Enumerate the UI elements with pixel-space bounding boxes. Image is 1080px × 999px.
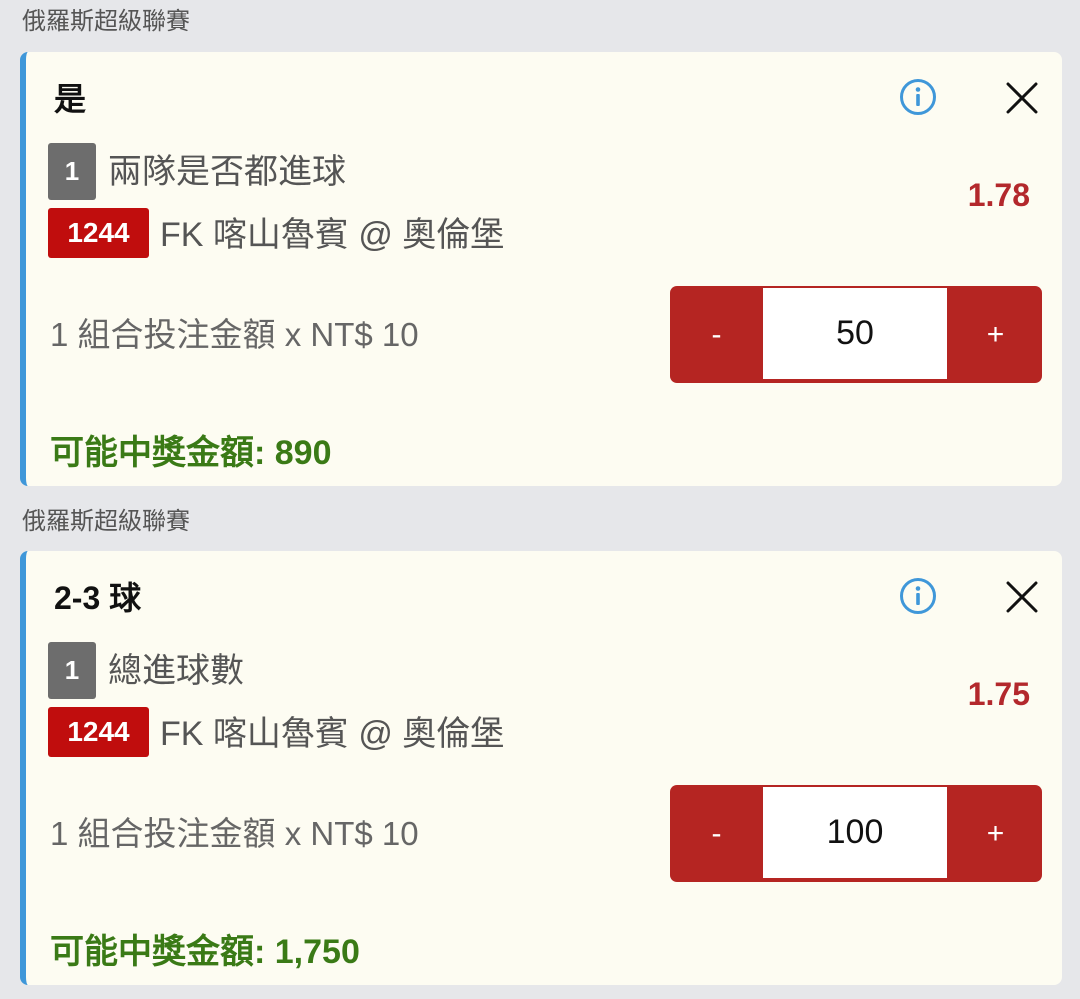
bet-card: 2-3 球 1 總進球數 1.75 1244 FK 喀山魯賓 @ 奧倫堡 1 組… bbox=[20, 551, 1062, 985]
selection-title: 是 bbox=[54, 81, 87, 117]
close-icon[interactable] bbox=[1002, 78, 1042, 118]
decrement-button[interactable]: - bbox=[670, 286, 763, 383]
increment-button[interactable]: + bbox=[949, 785, 1042, 882]
bet-card: 是 1 兩隊是否都進球 1.78 1244 FK 喀山魯賓 @ 奧倫堡 1 組合… bbox=[20, 52, 1062, 486]
stake-input[interactable] bbox=[763, 288, 947, 379]
league-name: 俄羅斯超級聯賽 bbox=[22, 8, 190, 35]
increment-button[interactable]: + bbox=[949, 286, 1042, 383]
market-name: 兩隊是否都進球 bbox=[108, 153, 346, 191]
odds-value: 1.75 bbox=[967, 676, 1030, 712]
selection-title: 2-3 球 bbox=[54, 580, 142, 616]
match-name: FK 喀山魯賓 @ 奧倫堡 bbox=[160, 715, 505, 753]
info-icon[interactable] bbox=[898, 77, 938, 117]
stake-input[interactable] bbox=[763, 787, 947, 878]
stake-stepper: - + bbox=[670, 785, 1042, 882]
potential-payout: 可能中獎金額: 1,750 bbox=[50, 933, 360, 971]
match-name: FK 喀山魯賓 @ 奧倫堡 bbox=[160, 216, 505, 254]
leg-number-badge: 1 bbox=[48, 143, 96, 200]
stake-stepper: - + bbox=[670, 286, 1042, 383]
match-number-badge: 1244 bbox=[48, 208, 149, 258]
match-number-badge: 1244 bbox=[48, 707, 149, 757]
potential-payout: 可能中獎金額: 890 bbox=[50, 434, 332, 472]
close-icon[interactable] bbox=[1002, 577, 1042, 617]
leg-number-badge: 1 bbox=[48, 642, 96, 699]
stake-label: 1 組合投注金額 x NT$ 10 bbox=[50, 815, 419, 852]
market-name: 總進球數 bbox=[108, 652, 244, 690]
info-icon[interactable] bbox=[898, 576, 938, 616]
decrement-button[interactable]: - bbox=[670, 785, 763, 882]
league-name: 俄羅斯超級聯賽 bbox=[22, 508, 190, 535]
odds-value: 1.78 bbox=[967, 177, 1030, 213]
stake-label: 1 組合投注金額 x NT$ 10 bbox=[50, 316, 419, 353]
